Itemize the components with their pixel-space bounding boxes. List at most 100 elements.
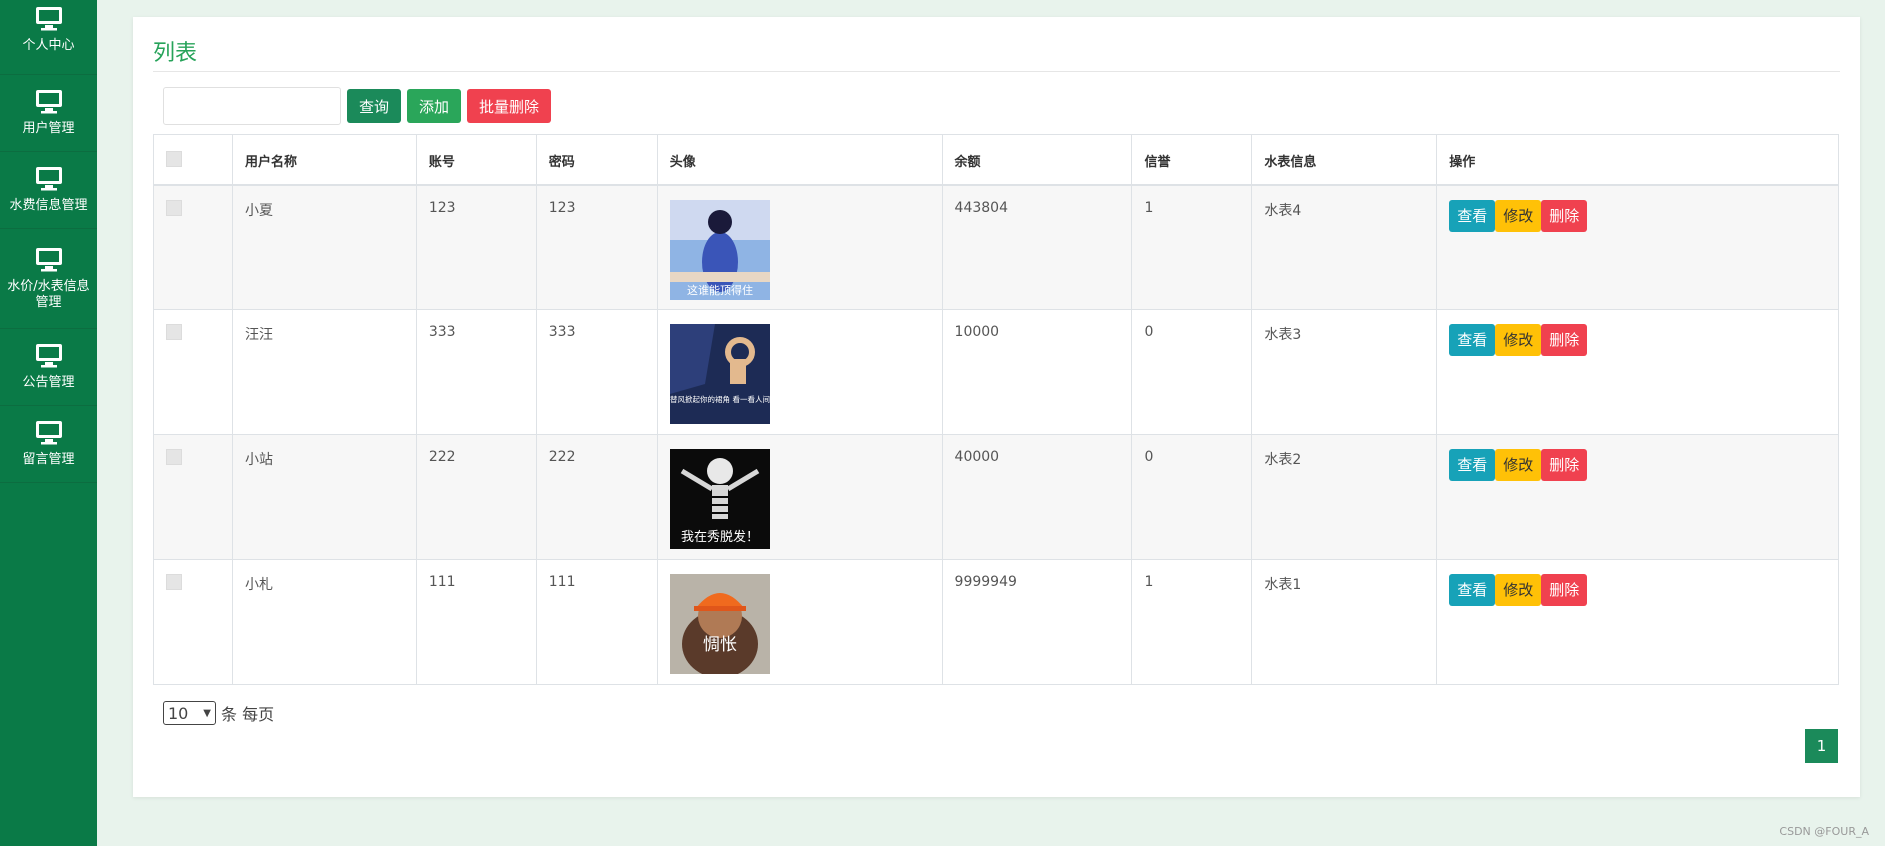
sidebar-item-users[interactable]: 用户管理	[0, 75, 97, 152]
cell-credit: 1	[1131, 559, 1253, 685]
select-all-checkbox[interactable]	[166, 151, 182, 167]
column-header[interactable]: 信誉	[1131, 134, 1253, 186]
title-divider	[153, 71, 1840, 72]
view-button[interactable]: 查看	[1449, 199, 1496, 232]
search-input[interactable]	[163, 87, 341, 125]
sidebar-item-profile[interactable]: 个人中心	[0, 0, 97, 75]
sidebar-item-label: 用户管理	[22, 121, 75, 136]
edit-button[interactable]: 修改	[1495, 574, 1542, 606]
row-checkbox[interactable]	[166, 574, 182, 590]
delete-button[interactable]: 删除	[1541, 574, 1588, 606]
page-button-current[interactable]: 1	[1805, 729, 1838, 763]
monitor-icon	[35, 167, 62, 191]
cell-account: 111	[415, 559, 537, 685]
batch-delete-button[interactable]: 批量删除	[467, 89, 552, 123]
page-title: 列表	[153, 41, 198, 66]
cell-avatar: 这谁能顶得住	[656, 184, 943, 310]
cell-balance: 40000	[941, 434, 1133, 560]
row-checkbox[interactable]	[166, 199, 182, 216]
cell-avatar: 我在秀脱发！	[656, 434, 943, 560]
column-header[interactable]: 头像	[656, 134, 943, 186]
cell-meter: 水表2	[1251, 434, 1438, 560]
edit-button[interactable]: 修改	[1495, 324, 1542, 356]
sidebar-item-label: 公告管理	[22, 375, 75, 390]
cell-password: 222	[535, 434, 658, 560]
sidebar-item-label: 水价/水表信息管理	[7, 278, 90, 310]
cell-account: 123	[415, 184, 537, 310]
sidebar-item-messages[interactable]: 留言管理	[0, 406, 97, 483]
cell-name: 小札	[231, 559, 417, 685]
cell-balance: 9999949	[941, 559, 1133, 685]
sidebar: 个人中心 用户管理 水费信息管理 水价/水表信息管理 公告管理 留言管理	[0, 0, 97, 846]
cell-balance: 10000	[941, 309, 1133, 435]
view-button[interactable]: 查看	[1449, 449, 1496, 481]
table-row: 汪汪 333 333 好想替风掀起你的裙角 看一看人间仙境 10000 0	[153, 309, 1839, 435]
avatar: 这谁能顶得住	[669, 199, 770, 300]
cell-credit: 1	[1131, 184, 1253, 310]
row-select-cell	[153, 184, 233, 310]
avatar-caption: 好想替风掀起你的裙角 看一看人间仙境	[670, 394, 770, 404]
column-header[interactable]: 水表信息	[1251, 134, 1438, 186]
page-size-control: 10 ▼ 条 每页	[163, 701, 274, 725]
column-header[interactable]: 余额	[941, 134, 1133, 186]
avatar: 惆怅	[669, 574, 770, 674]
row-select-cell	[153, 434, 233, 560]
cell-actions: 查看 修改 删除	[1436, 184, 1839, 310]
avatar: 我在秀脱发！	[669, 449, 770, 549]
page-size-suffix: 条 每页	[221, 705, 275, 724]
sidebar-item-label: 个人中心	[22, 38, 75, 53]
edit-button[interactable]: 修改	[1495, 199, 1542, 232]
cell-password: 333	[535, 309, 658, 435]
sidebar-item-water-fee[interactable]: 水费信息管理	[0, 152, 97, 229]
cell-name: 小夏	[231, 184, 417, 310]
monitor-icon	[35, 90, 62, 114]
column-header[interactable]: 密码	[535, 134, 658, 186]
add-button[interactable]: 添加	[407, 89, 462, 123]
cell-name: 小站	[231, 434, 417, 560]
monitor-icon	[35, 421, 62, 445]
table-row: 小夏 123 123 这谁能顶得住 443804 1 水表4 查看 修改 删除	[153, 184, 1839, 310]
cell-meter: 水表1	[1251, 559, 1438, 685]
cell-meter: 水表3	[1251, 309, 1438, 435]
cell-avatar: 好想替风掀起你的裙角 看一看人间仙境	[656, 309, 943, 435]
cell-account: 333	[415, 309, 537, 435]
row-checkbox[interactable]	[166, 324, 182, 340]
edit-button[interactable]: 修改	[1495, 449, 1542, 481]
table-header-row: 用户名称 账号 密码 头像 余额 信誉 水表信息 操作	[153, 134, 1839, 186]
monitor-icon	[35, 247, 62, 271]
delete-button[interactable]: 删除	[1541, 199, 1588, 232]
cell-account: 222	[415, 434, 537, 560]
column-header[interactable]: 用户名称	[231, 134, 417, 186]
table-row: 小站 222 222 我在秀脱发！ 40000 0 水表2 查看 修改 删除	[153, 434, 1839, 560]
delete-button[interactable]: 删除	[1541, 324, 1588, 356]
view-button[interactable]: 查看	[1449, 574, 1496, 606]
cell-credit: 0	[1131, 434, 1253, 560]
row-select-cell	[153, 309, 233, 435]
cell-password: 111	[535, 559, 658, 685]
avatar: 好想替风掀起你的裙角 看一看人间仙境	[669, 324, 770, 424]
page-size-select[interactable]: 10 ▼	[163, 701, 216, 725]
page-size-value: 10	[168, 703, 189, 723]
search-button[interactable]: 查询	[347, 89, 402, 123]
cell-avatar: 惆怅	[656, 559, 943, 685]
avatar-caption: 这谁能顶得住	[687, 283, 753, 297]
row-checkbox[interactable]	[166, 449, 182, 465]
view-button[interactable]: 查看	[1449, 324, 1496, 356]
cell-actions: 查看 修改 删除	[1436, 559, 1839, 685]
cell-credit: 0	[1131, 309, 1253, 435]
delete-button[interactable]: 删除	[1541, 449, 1588, 481]
select-all-cell	[153, 134, 233, 186]
monitor-icon	[35, 344, 62, 368]
avatar-caption: 惆怅	[703, 635, 737, 655]
sidebar-item-notice[interactable]: 公告管理	[0, 329, 97, 406]
column-header[interactable]: 账号	[415, 134, 537, 186]
main-card: 列表 查询 添加 批量删除 用户名称 账号 密码 头像 余额 信誉 水表信息 操…	[133, 17, 1860, 797]
toolbar: 查询 添加 批量删除	[163, 87, 557, 125]
chevron-down-icon: ▼	[203, 707, 211, 719]
sidebar-item-label: 水费信息管理	[9, 198, 88, 213]
cell-actions: 查看 修改 删除	[1436, 434, 1839, 560]
cell-meter: 水表4	[1251, 184, 1438, 310]
sidebar-item-price-meter[interactable]: 水价/水表信息管理	[0, 229, 97, 329]
cell-actions: 查看 修改 删除	[1436, 309, 1839, 435]
column-header: 操作	[1436, 134, 1839, 186]
